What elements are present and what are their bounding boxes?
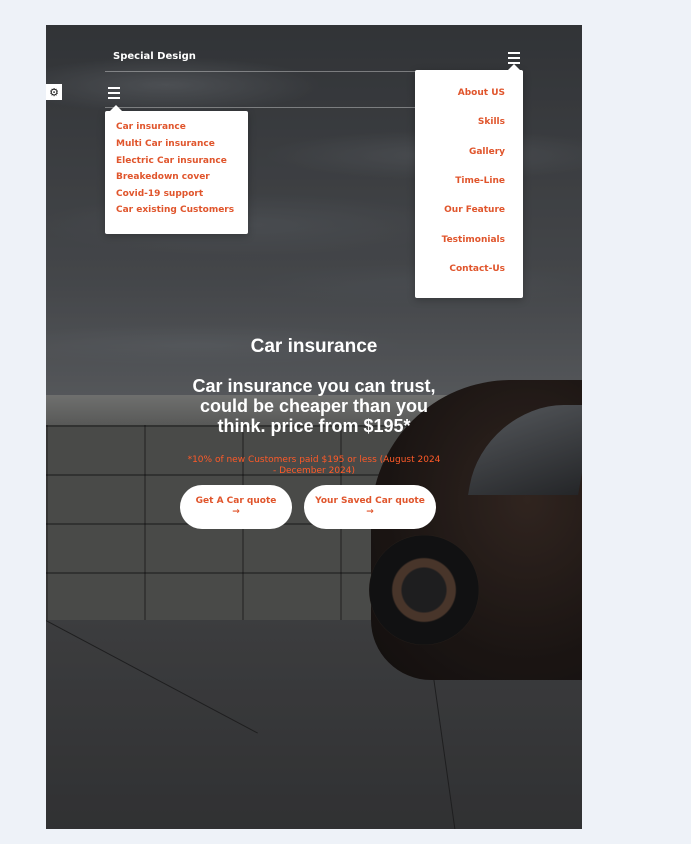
- nav-link-features[interactable]: Our Feature: [444, 205, 505, 215]
- saved-quote-button-label: Your Saved Car quote: [315, 496, 425, 506]
- saved-quote-button[interactable]: Your Saved Car quote →: [304, 485, 436, 529]
- get-quote-button-label: Get A Car quote: [195, 496, 277, 506]
- hero-disclaimer: *10% of new Customers paid $195 or less …: [187, 455, 441, 476]
- hero-section: Special Design Car insurance Multi Car i…: [46, 25, 582, 829]
- services-dropdown-menu: Car insurance Multi Car insurance Electr…: [105, 105, 248, 234]
- nav-link-gallery[interactable]: Gallery: [469, 147, 505, 157]
- hero-title: Car insurance: [250, 336, 378, 357]
- get-quote-button[interactable]: Get A Car quote →: [180, 485, 292, 529]
- services-menu-item[interactable]: Car insurance: [116, 122, 186, 132]
- nav-link-skills[interactable]: Skills: [478, 117, 505, 127]
- gear-icon[interactable]: ⚙: [46, 84, 62, 100]
- hero-subtitle: Car insurance you can trust, could be ch…: [192, 376, 436, 436]
- arrow-right-icon: →: [366, 507, 374, 517]
- services-menu-hamburger-icon[interactable]: [108, 87, 120, 99]
- main-menu-hamburger-icon[interactable]: [508, 52, 520, 64]
- services-menu-item[interactable]: Electric Car insurance: [116, 156, 227, 166]
- site-logo[interactable]: Special Design: [113, 51, 196, 62]
- arrow-right-icon: →: [232, 507, 240, 517]
- services-menu-item[interactable]: Covid-19 support: [116, 189, 203, 199]
- services-menu-item[interactable]: Car existing Customers: [116, 205, 234, 215]
- services-menu-item[interactable]: Breakedown cover: [116, 172, 210, 182]
- nav-link-about[interactable]: About US: [458, 88, 505, 98]
- services-menu-item[interactable]: Multi Car insurance: [116, 139, 215, 149]
- nav-link-timeline[interactable]: Time-Line: [455, 176, 505, 186]
- nav-link-testimonials[interactable]: Testimonials: [442, 235, 505, 245]
- main-dropdown-menu: About US Skills Gallery Time-Line Our Fe…: [415, 64, 523, 298]
- nav-link-contact[interactable]: Contact-Us: [449, 264, 505, 274]
